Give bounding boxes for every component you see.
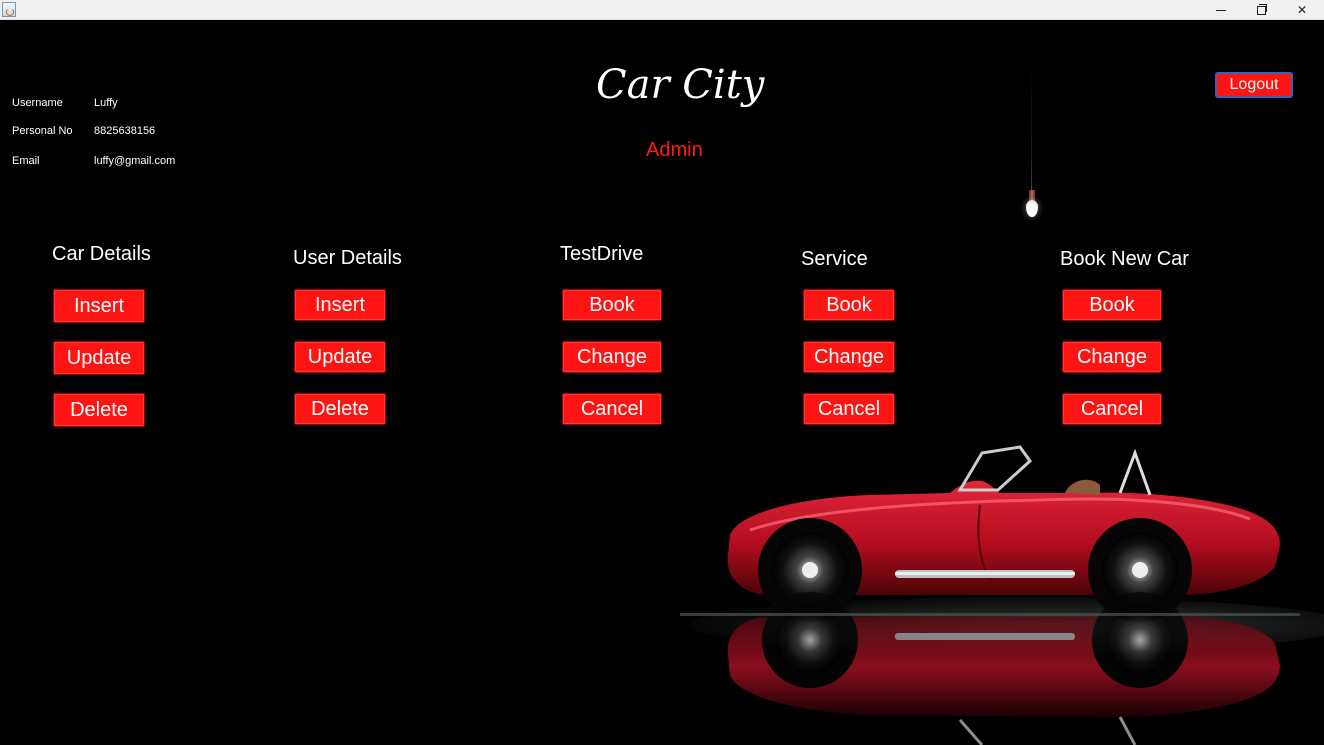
java-app-icon — [2, 2, 16, 17]
user-details-title: User Details — [293, 247, 402, 269]
maximize-button[interactable] — [1241, 0, 1281, 20]
car-delete-button[interactable]: Delete — [53, 393, 145, 427]
minimize-icon — [1216, 9, 1226, 11]
testdrive-cancel-button[interactable]: Cancel — [562, 393, 662, 425]
newcar-book-button[interactable]: Book — [1062, 289, 1162, 321]
app-window: ✕ Username Luffy Personal No 8825638156 … — [0, 0, 1324, 745]
testdrive-book-button[interactable]: Book — [562, 289, 662, 321]
restore-icon — [1256, 3, 1267, 15]
app-title: Car City — [596, 62, 765, 108]
email-value: luffy@gmail.com — [94, 155, 176, 167]
user-update-button[interactable]: Update — [294, 341, 386, 373]
service-change-button[interactable]: Change — [803, 341, 895, 373]
close-icon: ✕ — [1296, 3, 1308, 17]
email-label: Email — [12, 155, 40, 167]
red-roadster-image — [680, 445, 1324, 745]
user-delete-button[interactable]: Delete — [294, 393, 386, 425]
personal-no-value: 8825638156 — [94, 125, 156, 137]
testdrive-title: TestDrive — [560, 243, 644, 265]
role-label: Admin — [646, 139, 703, 161]
username-label: Username — [12, 97, 63, 109]
book-new-car-title: Book New Car — [1060, 248, 1189, 270]
personal-no-label: Personal No — [12, 125, 73, 137]
service-title: Service — [801, 248, 868, 270]
username-value: Luffy — [94, 97, 118, 109]
car-update-button[interactable]: Update — [53, 341, 145, 375]
title-bar: ✕ — [0, 0, 1324, 20]
lamp-cord — [1031, 60, 1032, 192]
car-insert-button[interactable]: Insert — [53, 289, 145, 323]
minimize-button[interactable] — [1201, 0, 1241, 20]
service-book-button[interactable]: Book — [803, 289, 895, 321]
newcar-cancel-button[interactable]: Cancel — [1062, 393, 1162, 425]
close-button[interactable]: ✕ — [1282, 0, 1322, 20]
newcar-change-button[interactable]: Change — [1062, 341, 1162, 373]
service-cancel-button[interactable]: Cancel — [803, 393, 895, 425]
user-insert-button[interactable]: Insert — [294, 289, 386, 321]
car-details-title: Car Details — [52, 243, 151, 265]
testdrive-change-button[interactable]: Change — [562, 341, 662, 373]
logout-button[interactable]: Logout — [1215, 72, 1293, 98]
hanging-bulb-icon — [1025, 190, 1039, 218]
